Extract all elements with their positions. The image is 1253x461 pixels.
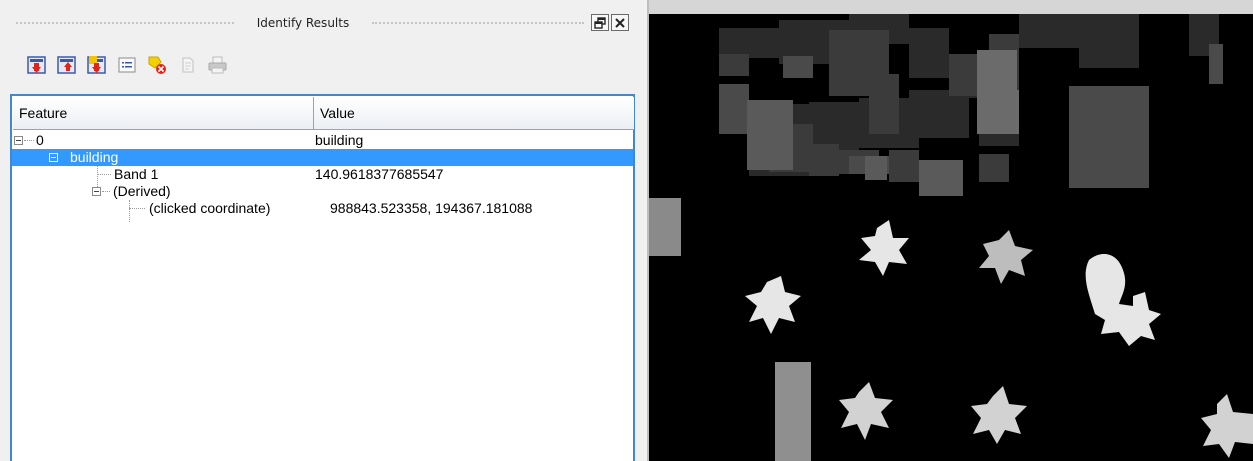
tree-row-derived[interactable]: (Derived) <box>12 183 633 200</box>
value-label: 140.9618377685547 <box>315 166 444 182</box>
map-top-border <box>649 0 1253 14</box>
results-tree[interactable]: Feature Value 0 building building Band 1… <box>10 94 635 461</box>
feature-label: building <box>70 149 119 165</box>
tree-row-layer[interactable]: 0 building <box>12 132 633 149</box>
expand-new-results-button[interactable] <box>86 54 108 76</box>
collapse-tree-icon <box>56 54 78 76</box>
feature-label: 0 <box>36 132 44 148</box>
copy-button[interactable] <box>176 54 198 76</box>
collapse-toggle-icon[interactable] <box>49 153 58 162</box>
open-form-button[interactable] <box>116 54 138 76</box>
raster-layer-image <box>649 14 1253 461</box>
panel-title: Identify Results <box>256 16 350 30</box>
tree-branch-line <box>97 174 111 175</box>
expand-new-icon <box>86 54 108 76</box>
collapse-toggle-icon[interactable] <box>92 187 101 196</box>
tree-branch-line <box>129 208 145 209</box>
tree-header: Feature Value <box>13 97 634 130</box>
clear-highlights-button[interactable] <box>146 54 168 76</box>
close-panel-button[interactable] <box>611 14 629 31</box>
tree-row-feature[interactable]: building <box>12 149 633 166</box>
collapse-tree-button[interactable] <box>56 54 78 76</box>
identify-results-panel: Identify Results Feature Value 0 buildin… <box>0 0 647 461</box>
column-header-feature[interactable]: Feature <box>13 97 314 129</box>
expand-tree-button[interactable] <box>26 54 48 76</box>
tree-row-clicked-coordinate[interactable]: (clicked coordinate) 988843.523358, 1943… <box>12 200 633 217</box>
map-canvas[interactable] <box>649 14 1253 461</box>
feature-label: Band 1 <box>114 166 159 182</box>
value-label: 988843.523358, 194367.181088 <box>330 200 533 216</box>
collapse-toggle-icon[interactable] <box>14 136 23 145</box>
feature-label: (clicked coordinate) <box>149 200 271 216</box>
deselect-icon <box>146 54 168 76</box>
print-button[interactable] <box>206 54 228 76</box>
panel-titlebar[interactable]: Identify Results <box>0 14 647 34</box>
titlebar-grip-right <box>372 22 584 26</box>
titlebar-grip-left <box>16 22 234 26</box>
column-header-value[interactable]: Value <box>314 97 634 129</box>
print-icon <box>206 54 228 76</box>
tree-branch-line <box>24 140 34 141</box>
tree-branch-line <box>102 191 110 192</box>
tree-row-attribute[interactable]: Band 1 140.9618377685547 <box>12 166 633 183</box>
feature-label: (Derived) <box>113 183 171 199</box>
value-label: building <box>315 132 364 148</box>
float-window-button[interactable] <box>591 14 609 31</box>
expand-tree-icon <box>26 54 48 76</box>
copy-icon <box>176 54 198 76</box>
form-icon <box>116 54 138 76</box>
